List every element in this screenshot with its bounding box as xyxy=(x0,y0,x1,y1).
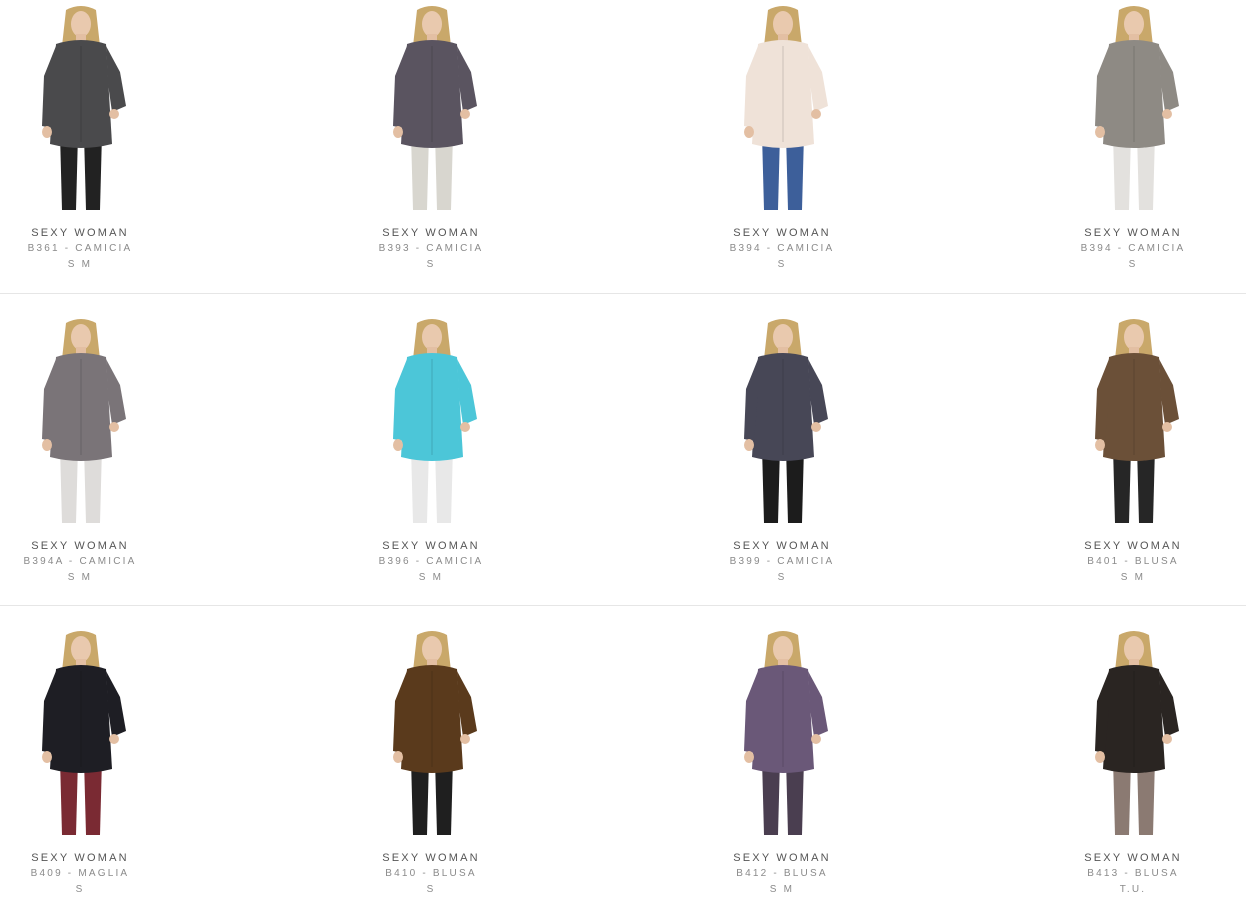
product-image[interactable] xyxy=(728,6,838,210)
product-row: SEXY WOMAN B361 - CAMICIA S M SEXY WOMAN… xyxy=(0,0,1246,312)
model-figure xyxy=(744,6,828,210)
model-figure xyxy=(393,631,477,835)
product-sizes: S M xyxy=(418,572,444,583)
product-brand[interactable]: SEXY WOMAN xyxy=(1053,852,1213,864)
model-figure xyxy=(393,319,477,523)
product-image[interactable] xyxy=(26,319,136,523)
model-figure xyxy=(744,319,828,523)
product-image[interactable] xyxy=(1079,631,1189,835)
product-row: SEXY WOMAN B409 - MAGLIA S SEXY WOMAN B4… xyxy=(0,625,1246,909)
product-brand[interactable]: SEXY WOMAN xyxy=(351,852,511,864)
product-brand[interactable]: SEXY WOMAN xyxy=(0,227,160,239)
product-image[interactable] xyxy=(1079,319,1189,523)
product-brand[interactable]: SEXY WOMAN xyxy=(702,227,862,239)
product-card[interactable]: SEXY WOMAN B399 - CAMICIA S xyxy=(702,313,862,603)
product-card[interactable]: SEXY WOMAN B394 - CAMICIA S xyxy=(702,0,862,290)
product-image[interactable] xyxy=(728,319,838,523)
product-sizes: S xyxy=(1128,259,1138,270)
product-model[interactable]: B399 - CAMICIA xyxy=(702,556,862,567)
model-figure xyxy=(42,6,126,210)
product-sizes: S M xyxy=(769,884,795,895)
product-image[interactable] xyxy=(26,631,136,835)
model-figure xyxy=(42,631,126,835)
product-sizes: T.U. xyxy=(1119,884,1147,895)
product-brand[interactable]: SEXY WOMAN xyxy=(351,227,511,239)
product-model[interactable]: B394 - CAMICIA xyxy=(1053,243,1213,254)
model-figure xyxy=(1095,319,1179,523)
product-brand[interactable]: SEXY WOMAN xyxy=(1053,540,1213,552)
product-brand[interactable]: SEXY WOMAN xyxy=(0,540,160,552)
model-figure xyxy=(744,631,828,835)
product-brand[interactable]: SEXY WOMAN xyxy=(351,540,511,552)
product-sizes: S M xyxy=(67,572,93,583)
product-sizes: S M xyxy=(1120,572,1146,583)
model-figure xyxy=(42,319,126,523)
product-model[interactable]: B401 - BLUSA xyxy=(1053,556,1213,567)
product-brand[interactable]: SEXY WOMAN xyxy=(1053,227,1213,239)
product-sizes: S xyxy=(426,884,436,895)
product-sizes: S xyxy=(777,259,787,270)
product-image[interactable] xyxy=(1079,6,1189,210)
product-brand[interactable]: SEXY WOMAN xyxy=(702,540,862,552)
product-model[interactable]: B396 - CAMICIA xyxy=(351,556,511,567)
model-figure xyxy=(1095,6,1179,210)
product-card[interactable]: SEXY WOMAN B401 - BLUSA S M xyxy=(1053,313,1213,603)
product-model[interactable]: B413 - BLUSA xyxy=(1053,868,1213,879)
product-model[interactable]: B393 - CAMICIA xyxy=(351,243,511,254)
product-image[interactable] xyxy=(377,319,487,523)
product-image[interactable] xyxy=(377,6,487,210)
product-card[interactable]: SEXY WOMAN B396 - CAMICIA S M xyxy=(351,313,511,603)
product-model[interactable]: B361 - CAMICIA xyxy=(0,243,160,254)
product-model[interactable]: B410 - BLUSA xyxy=(351,868,511,879)
product-card[interactable]: SEXY WOMAN B413 - BLUSA T.U. xyxy=(1053,625,1213,909)
product-brand[interactable]: SEXY WOMAN xyxy=(702,852,862,864)
product-sizes: S M xyxy=(67,259,93,270)
product-card[interactable]: SEXY WOMAN B394A - CAMICIA S M xyxy=(0,313,160,603)
product-model[interactable]: B409 - MAGLIA xyxy=(0,868,160,879)
product-image[interactable] xyxy=(377,631,487,835)
product-image[interactable] xyxy=(26,6,136,210)
product-sizes: S xyxy=(75,884,85,895)
product-card[interactable]: SEXY WOMAN B410 - BLUSA S xyxy=(351,625,511,909)
product-card[interactable]: SEXY WOMAN B393 - CAMICIA S xyxy=(351,0,511,290)
product-grid: SEXY WOMAN B361 - CAMICIA S M SEXY WOMAN… xyxy=(0,0,1246,909)
product-model[interactable]: B394 - CAMICIA xyxy=(702,243,862,254)
product-row: SEXY WOMAN B394A - CAMICIA S M SEXY WOMA… xyxy=(0,313,1246,625)
product-model[interactable]: B394A - CAMICIA xyxy=(0,556,160,567)
model-figure xyxy=(1095,631,1179,835)
product-card[interactable]: SEXY WOMAN B394 - CAMICIA S xyxy=(1053,0,1213,290)
product-card[interactable]: SEXY WOMAN B409 - MAGLIA S xyxy=(0,625,160,909)
product-card[interactable]: SEXY WOMAN B412 - BLUSA S M xyxy=(702,625,862,909)
product-brand[interactable]: SEXY WOMAN xyxy=(0,852,160,864)
product-image[interactable] xyxy=(728,631,838,835)
product-card[interactable]: SEXY WOMAN B361 - CAMICIA S M xyxy=(0,0,160,290)
product-sizes: S xyxy=(426,259,436,270)
product-model[interactable]: B412 - BLUSA xyxy=(702,868,862,879)
model-figure xyxy=(393,6,477,210)
product-sizes: S xyxy=(777,572,787,583)
